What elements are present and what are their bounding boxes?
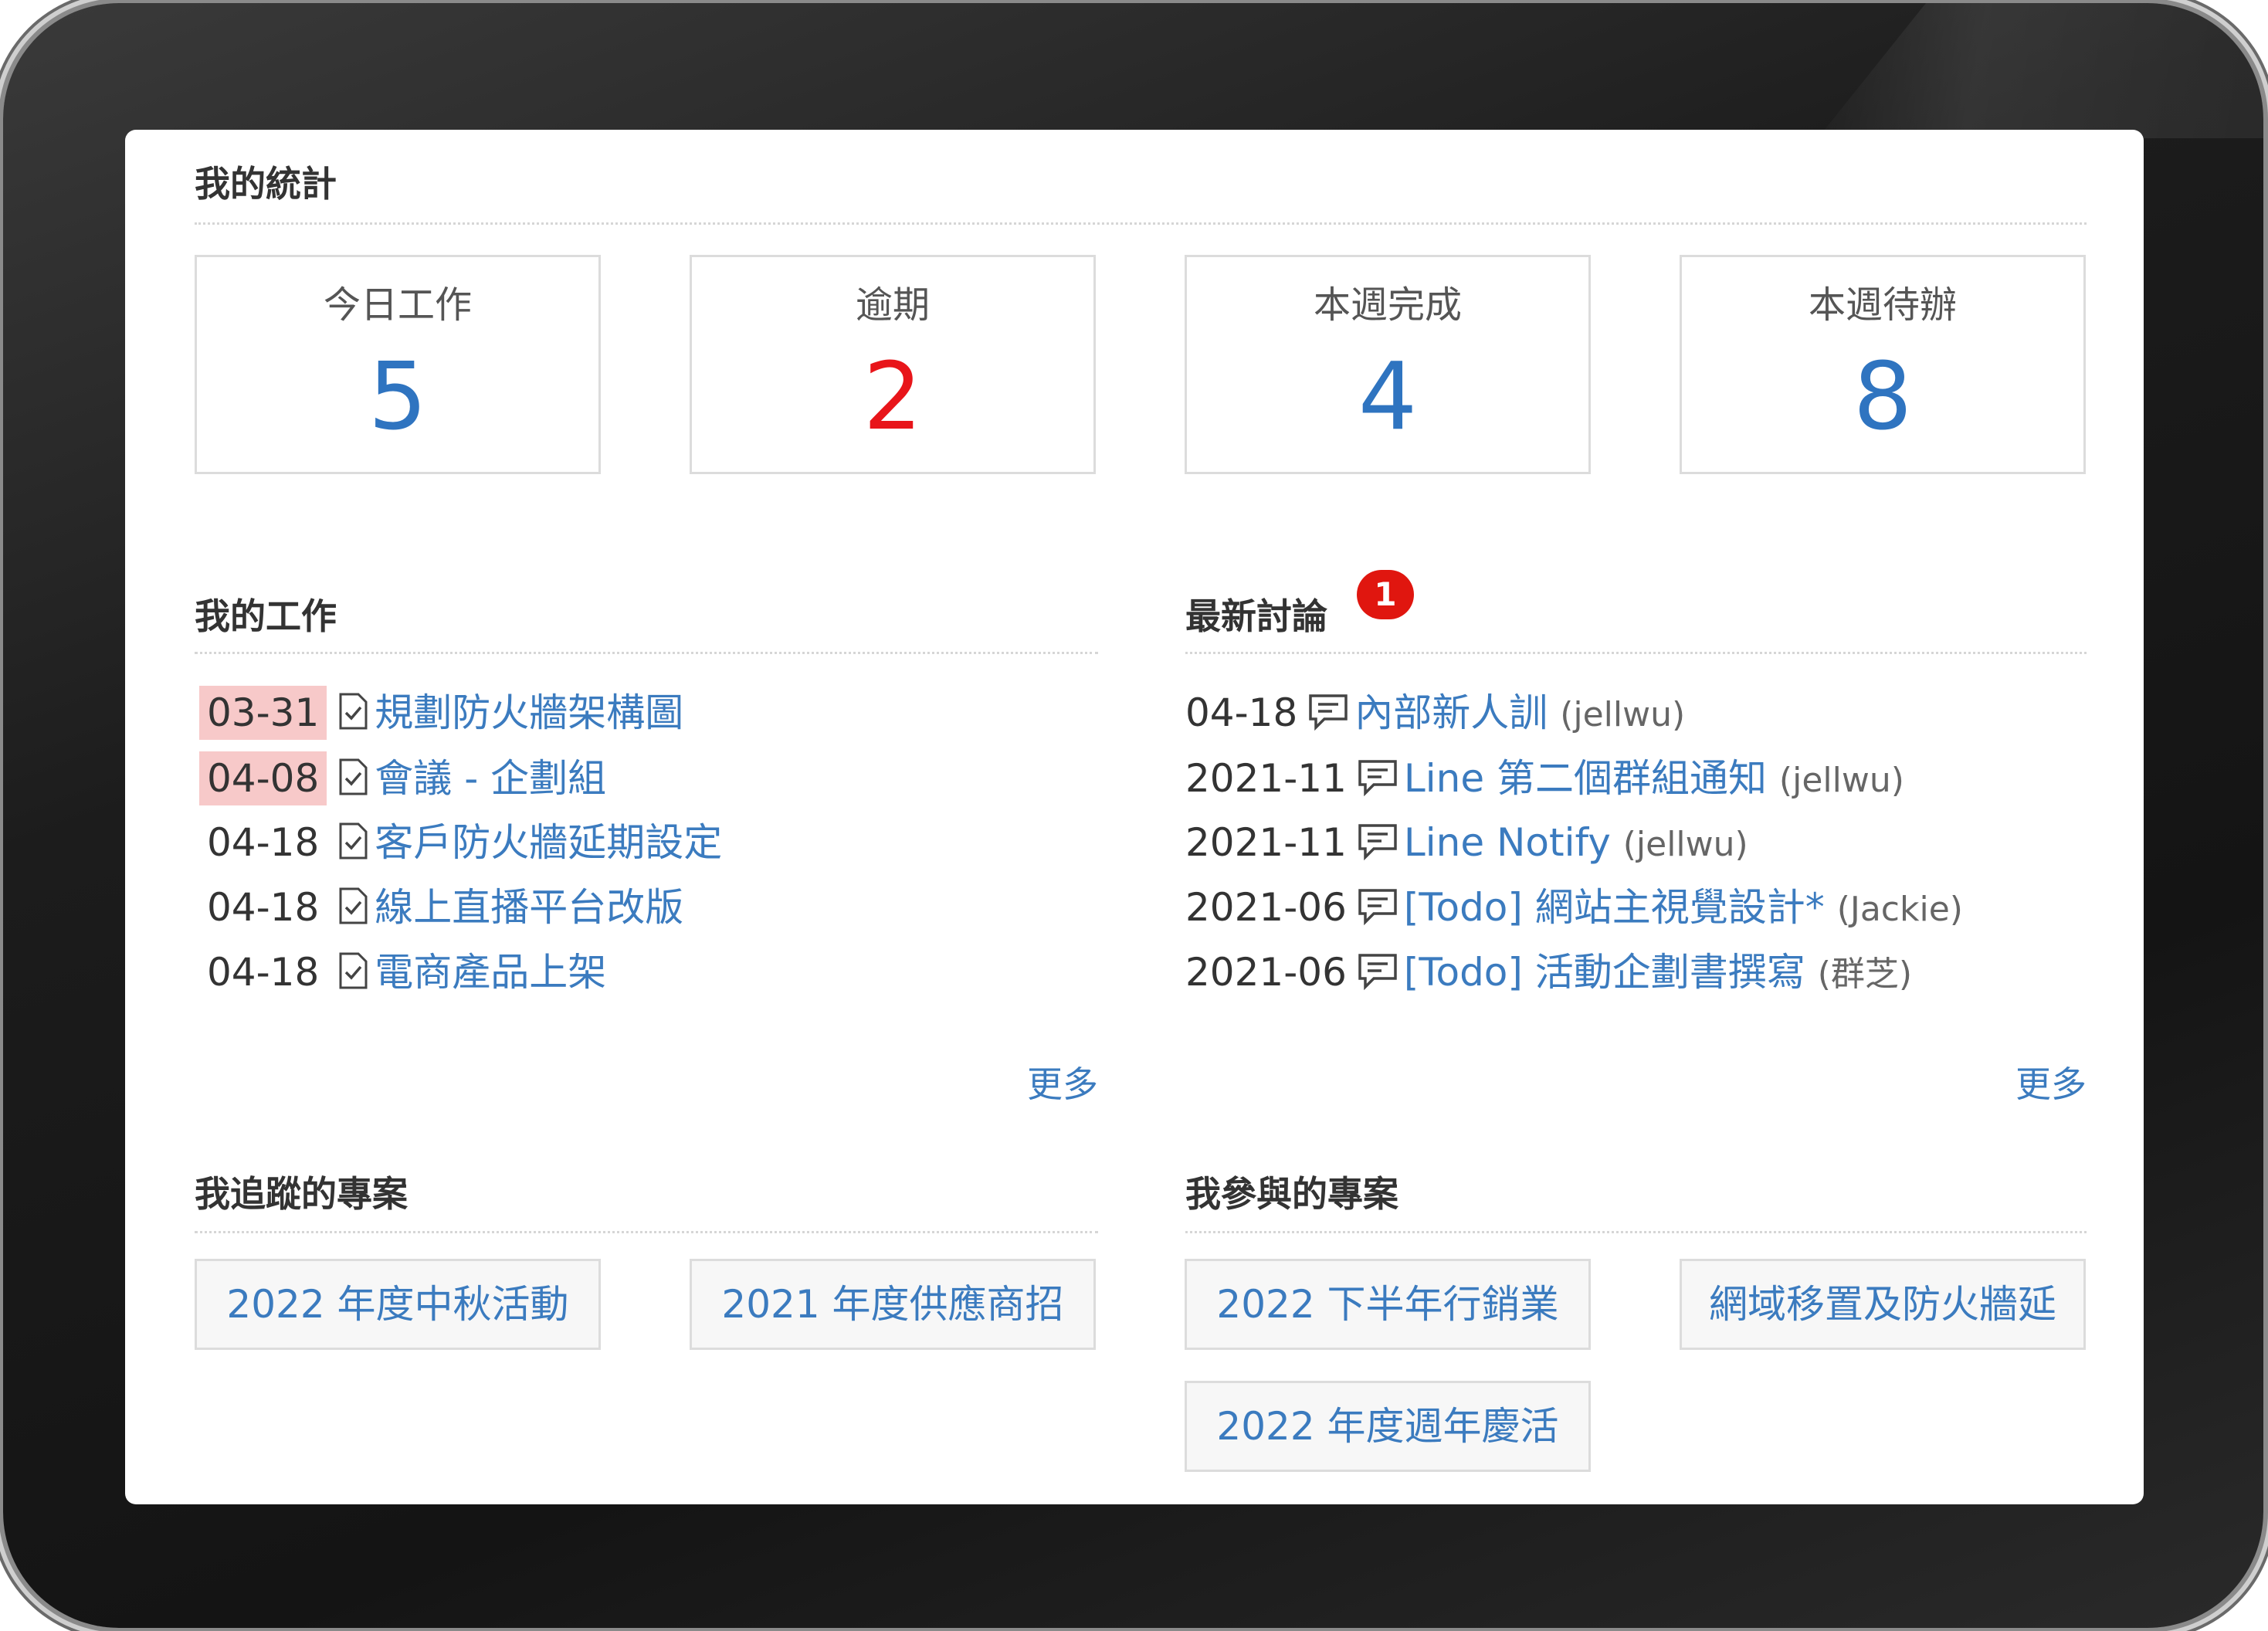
bezel-glare [1818,3,2263,138]
followed-projects-title: 我追蹤的專案 [195,1173,408,1215]
work-date: 04-08 [199,751,327,805]
work-item[interactable]: 04-18 線上直播平台改版 [199,880,683,934]
tablet-frame: 我的統計 今日工作 5 逾期 2 本週完成 4 本週待辦 8 我的工作 03-3… [3,3,2263,1628]
joined-project-button[interactable]: 2022 年度週年慶活 [1185,1381,1591,1472]
stats-title: 我的統計 [195,163,337,205]
discussion-title-link[interactable]: Line 第二個群組通知 [1404,756,1767,801]
work-title-link[interactable]: 客戶防火牆延期設定 [375,820,722,865]
work-title-link[interactable]: 會議 - 企劃組 [375,756,606,801]
task-icon [337,885,368,939]
stat-card-overdue[interactable]: 逾期 2 [690,255,1096,474]
my-work-divider [195,652,1098,654]
discussion-author: (群芝) [1817,955,1913,994]
discussions-more-link[interactable]: 更多 [2015,1061,2087,1107]
task-icon [337,690,368,744]
stat-value: 8 [1853,344,1913,451]
stat-label: 今日工作 [323,283,472,327]
followed-project-button[interactable]: 2021 年度供應商招 [690,1259,1096,1350]
work-date: 03-31 [199,686,327,740]
work-title-link[interactable]: 電商產品上架 [375,950,606,995]
stat-label: 逾期 [855,283,930,327]
stat-label: 本週完成 [1313,283,1462,327]
discussion-item[interactable]: 2021-06 [Todo] 網站主視覺設計* (Jackie) [1185,880,1963,934]
work-item[interactable]: 03-31 規劃防火牆架構圖 [199,686,683,740]
discussion-author: (jellwu) [1778,761,1904,800]
task-icon [337,756,368,810]
work-item[interactable]: 04-18 客戶防火牆延期設定 [199,816,722,870]
discussion-date: 2021-06 [1185,950,1347,995]
stat-card-today[interactable]: 今日工作 5 [195,255,601,474]
work-date: 04-18 [207,885,320,930]
discussion-date: 2021-11 [1185,756,1347,801]
stat-card-week-todo[interactable]: 本週待辦 8 [1680,255,2086,474]
joined-project-button[interactable]: 網域移置及防火牆延 [1680,1259,2086,1350]
comment-icon [1308,690,1348,744]
stat-value: 2 [863,344,923,451]
discussion-title-link[interactable]: Line Notify [1404,820,1611,865]
work-title-link[interactable]: 規劃防火牆架構圖 [375,690,683,735]
discussion-author: (jellwu) [1622,825,1748,864]
work-item[interactable]: 04-08 會議 - 企劃組 [199,751,606,805]
comment-icon [1358,885,1398,939]
discussion-title-link[interactable]: 內部新人訓 [1354,690,1548,735]
discussion-title-link[interactable]: [Todo] 活動企劃書撰寫 [1404,950,1805,995]
discussion-title-link[interactable]: [Todo] 網站主視覺設計* [1404,885,1825,930]
discussions-divider [1185,652,2087,654]
work-item[interactable]: 04-18 電商產品上架 [199,945,606,999]
work-date: 04-18 [207,820,320,865]
comment-icon [1358,820,1398,874]
comment-icon [1358,756,1398,810]
joined-projects-divider [1185,1231,2087,1233]
discussion-item[interactable]: 2021-11 Line Notify (jellwu) [1185,816,1748,870]
task-icon [337,950,368,1004]
followed-projects-divider [195,1231,1098,1233]
discussion-date: 2021-11 [1185,820,1347,865]
discussions-title: 最新討論 [1185,595,1327,637]
discussion-item[interactable]: 2021-06 [Todo] 活動企劃書撰寫 (群芝) [1185,945,1912,999]
discussion-author: (jellwu) [1560,695,1686,734]
joined-projects-title: 我參與的專案 [1185,1173,1398,1215]
stat-label: 本週待辦 [1808,283,1957,327]
discussion-item[interactable]: 2021-11 Line 第二個群組通知 (jellwu) [1185,751,1904,805]
discussion-date: 04-18 [1185,690,1298,735]
discussion-item[interactable]: 04-18 內部新人訓 (jellwu) [1185,686,1685,740]
stats-divider [195,222,2087,225]
followed-project-button[interactable]: 2022 年度中秋活動 [195,1259,601,1350]
stat-value: 5 [368,344,428,451]
task-icon [337,820,368,874]
discussion-date: 2021-06 [1185,885,1347,930]
discussion-author: (Jackie) [1836,890,1963,929]
dashboard-screen: 我的統計 今日工作 5 逾期 2 本週完成 4 本週待辦 8 我的工作 03-3… [125,130,2144,1504]
discussions-unread-badge: 1 [1357,570,1414,619]
work-title-link[interactable]: 線上直播平台改版 [375,885,683,930]
comment-icon [1358,950,1398,1004]
stat-card-week-done[interactable]: 本週完成 4 [1185,255,1591,474]
joined-project-button[interactable]: 2022 下半年行銷業 [1185,1259,1591,1350]
my-work-title: 我的工作 [195,595,337,637]
stat-value: 4 [1358,344,1418,451]
my-work-more-link[interactable]: 更多 [1027,1061,1098,1107]
work-date: 04-18 [207,950,320,995]
